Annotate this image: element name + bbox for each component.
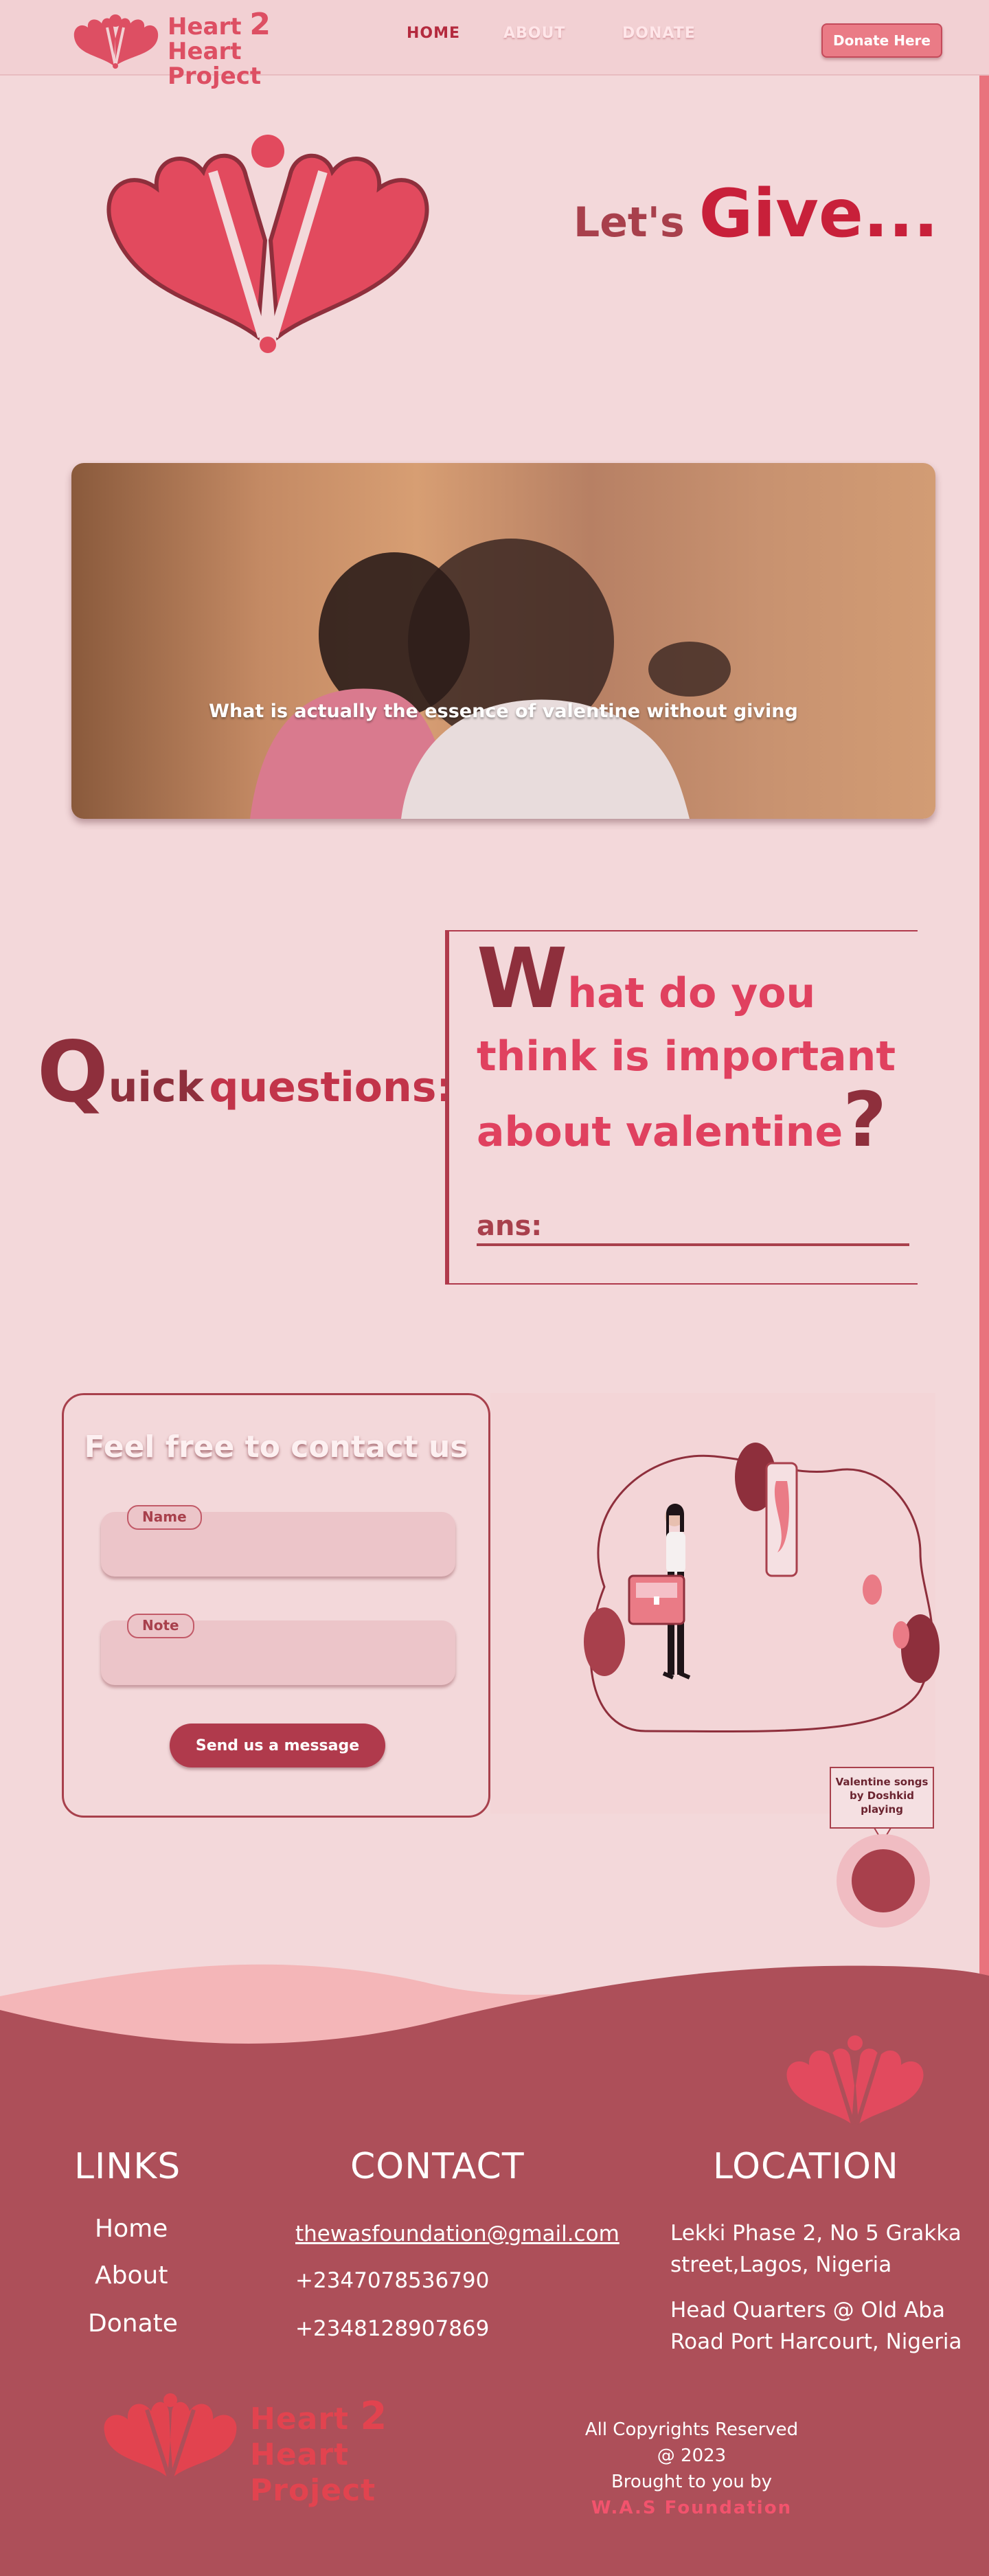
quick-questions-heading: Quick questions: bbox=[37, 1024, 453, 1121]
name-field-label: Name bbox=[127, 1505, 202, 1530]
hearts-logo-icon bbox=[73, 14, 159, 69]
banner-caption: What is actually the essence of valentin… bbox=[209, 701, 798, 722]
note-field-label: Note bbox=[127, 1614, 194, 1638]
footer-brand-name: Heart 2 Heart Project bbox=[250, 2394, 388, 2509]
nav-home-link[interactable]: HOME bbox=[407, 25, 460, 43]
hero-banner-image: What is actually the essence of valentin… bbox=[71, 463, 935, 819]
contact-title: Feel free to contact us bbox=[84, 1430, 468, 1465]
answer-label: ans: bbox=[477, 1210, 543, 1242]
footer-copyright: All Copyrights Reserved @ 2023 Brought t… bbox=[584, 2419, 799, 2518]
question-card: What do you think is important about val… bbox=[445, 930, 918, 1285]
brand-logo[interactable]: Heart 2 Heart Project bbox=[71, 7, 332, 89]
footer-org-name: W.A.S Foundation bbox=[591, 2498, 793, 2518]
footer-phone-1: +2347078536790 bbox=[295, 2268, 490, 2293]
brand-name: Heart 2 Heart Project bbox=[168, 7, 271, 90]
donate-here-button[interactable]: Donate Here bbox=[821, 23, 942, 58]
children-photo bbox=[250, 539, 731, 819]
music-play-button[interactable] bbox=[852, 1849, 915, 1912]
music-label: Valentine songs by Doshkid playing bbox=[830, 1767, 934, 1829]
contact-heading: CONTACT bbox=[350, 2146, 525, 2187]
hearts-hero-icon bbox=[106, 135, 429, 353]
footer-brand-hearts-icon bbox=[104, 2393, 237, 2478]
footer-brand-logo: Heart 2 Heart Project bbox=[102, 2392, 486, 2508]
footer-address-1: Lekki Phase 2, No 5 Grakka street,Lagos, … bbox=[670, 2221, 962, 2277]
footer-address-2: Head Quarters @ Old Aba Road Port Harcour… bbox=[670, 2298, 962, 2354]
footer-email-link[interactable]: thewasfoundation@gmail.com bbox=[295, 2222, 619, 2246]
nav-donate-link[interactable]: DONATE bbox=[622, 25, 696, 42]
contact-form: Feel free to contact us Name Note Send u… bbox=[62, 1393, 490, 1818]
links-heading: LINKS bbox=[74, 2146, 181, 2187]
hero-title: Let's Give... bbox=[573, 175, 939, 252]
valentine-illustration bbox=[584, 1443, 940, 1732]
question-text: What do you think is important about val… bbox=[477, 931, 896, 1164]
footer-phone-2: +2348128907869 bbox=[295, 2316, 490, 2341]
footer-hearts-icon bbox=[786, 2035, 924, 2125]
location-heading: LOCATION bbox=[713, 2146, 899, 2187]
send-message-button[interactable]: Send us a message bbox=[170, 1724, 385, 1767]
answer-input-line[interactable] bbox=[477, 1243, 909, 1246]
nav-about-link[interactable]: ABOUT bbox=[503, 25, 565, 42]
